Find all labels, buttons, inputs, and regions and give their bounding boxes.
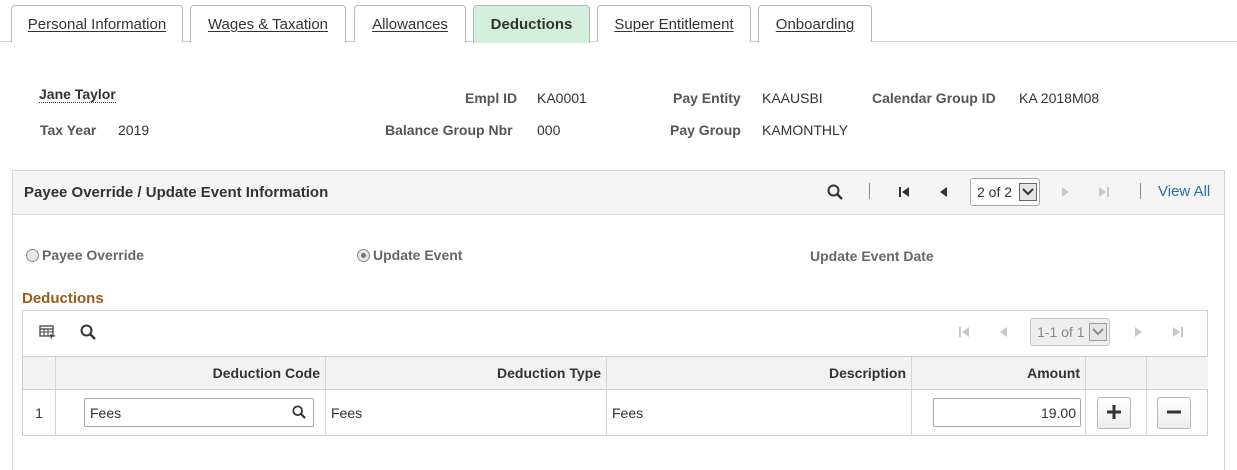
grid-pager-select: 1-1 of 1: [1030, 318, 1110, 346]
delete-row-cell: [1147, 390, 1208, 436]
balance-group-value: 000: [537, 122, 561, 138]
add-row-button[interactable]: [1097, 397, 1131, 429]
amount-value: 19.00: [1040, 404, 1076, 421]
deduction-type-header: Deduction Type: [326, 356, 607, 390]
chevron-down-icon: [1089, 323, 1107, 341]
last-page-icon: [1096, 183, 1112, 201]
description-header: Description: [607, 356, 912, 390]
last-page-icon: [1170, 323, 1186, 341]
minus-icon: [1166, 404, 1182, 423]
separator: [869, 183, 870, 199]
empl-id-value: KA0001: [537, 90, 587, 106]
search-icon[interactable]: [826, 183, 844, 201]
tab-super-entitlement[interactable]: Super Entitlement: [597, 5, 751, 42]
tab-bar: Personal Information Wages & Taxation Al…: [0, 0, 1237, 43]
next-icon: [1130, 323, 1146, 341]
add-row-header: [1086, 356, 1147, 390]
pager-value: 1-1 of 1: [1037, 324, 1085, 340]
row-pager-select[interactable]: 2 of 2: [970, 178, 1040, 206]
balance-group-label: Balance Group Nbr: [385, 122, 513, 138]
deductions-grid: 1-1 of 1 Deduction Code Deduction Type D…: [22, 310, 1208, 436]
tab-label: Super Entitlement: [614, 15, 734, 33]
delete-row-button[interactable]: [1157, 397, 1191, 429]
deduction-code-input[interactable]: Fees: [84, 398, 314, 427]
update-event-date-label: Update Event Date: [810, 248, 934, 264]
deductions-section-title: Deductions: [22, 290, 104, 307]
amount-header: Amount: [912, 356, 1086, 390]
separator: [1140, 183, 1141, 199]
tab-personal-information[interactable]: Personal Information: [11, 5, 183, 42]
tab-wages-taxation[interactable]: Wages & Taxation: [190, 5, 346, 42]
radio-label: Update Event: [373, 247, 463, 263]
tab-deductions[interactable]: Deductions: [473, 5, 590, 43]
grid-toolbar: 1-1 of 1: [23, 311, 1207, 356]
tab-label: Wages & Taxation: [207, 15, 329, 33]
description-cell: Fees: [607, 390, 912, 436]
row-number-header: [23, 356, 56, 390]
chevron-down-icon: [1019, 183, 1037, 201]
row-number: 1: [23, 390, 56, 436]
personalize-grid-icon[interactable]: [38, 323, 58, 341]
tax-year-value: 2019: [118, 122, 150, 138]
previous-icon: [996, 323, 1012, 341]
amount-input[interactable]: 19.00: [933, 398, 1081, 427]
delete-row-header: [1147, 356, 1208, 390]
tab-allowances[interactable]: Allowances: [354, 5, 466, 42]
tab-label: Personal Information: [27, 15, 167, 33]
amount-cell: 19.00: [912, 390, 1086, 436]
view-all-link[interactable]: View All: [1158, 183, 1210, 200]
employee-name-link[interactable]: Jane Taylor: [39, 87, 116, 103]
tab-label: Allowances: [372, 15, 448, 33]
panel-header: Payee Override / Update Event Informatio…: [13, 171, 1224, 215]
empl-id-label: Empl ID: [465, 90, 518, 106]
pay-entity-value: KAAUSBI: [762, 90, 823, 106]
radio-button[interactable]: [26, 248, 39, 262]
first-page-icon: [956, 323, 972, 341]
pay-group-value: KAMONTHLY: [762, 122, 849, 138]
pay-entity-label: Pay Entity: [673, 90, 741, 106]
radio-button[interactable]: [357, 248, 370, 262]
tab-label: Onboarding: [775, 15, 855, 33]
calendar-group-label: Calendar Group ID: [872, 90, 996, 106]
first-page-icon[interactable]: [896, 183, 912, 201]
tab-onboarding[interactable]: Onboarding: [758, 5, 872, 42]
deduction-code-header: Deduction Code: [56, 356, 326, 390]
previous-icon[interactable]: [936, 183, 952, 201]
plus-icon: [1106, 404, 1122, 423]
deduction-code-cell: Fees: [56, 390, 326, 436]
calendar-group-value: KA 2018M08: [1019, 90, 1100, 106]
deduction-type-cell: Fees: [326, 390, 607, 436]
radio-label: Payee Override: [42, 247, 144, 263]
search-icon[interactable]: [79, 323, 97, 341]
tab-label: Deductions: [490, 16, 573, 33]
next-icon: [1057, 183, 1073, 201]
lookup-icon[interactable]: [291, 404, 307, 420]
payee-override-radio[interactable]: Payee Override: [26, 247, 144, 263]
tax-year-label: Tax Year: [40, 122, 97, 138]
pager-value: 2 of 2: [977, 184, 1013, 200]
panel-title: Payee Override / Update Event Informatio…: [24, 184, 329, 201]
add-row-cell: [1086, 390, 1147, 436]
deduction-code-value: Fees: [90, 404, 122, 421]
pay-group-label: Pay Group: [670, 122, 741, 138]
update-event-radio[interactable]: Update Event: [357, 247, 462, 263]
